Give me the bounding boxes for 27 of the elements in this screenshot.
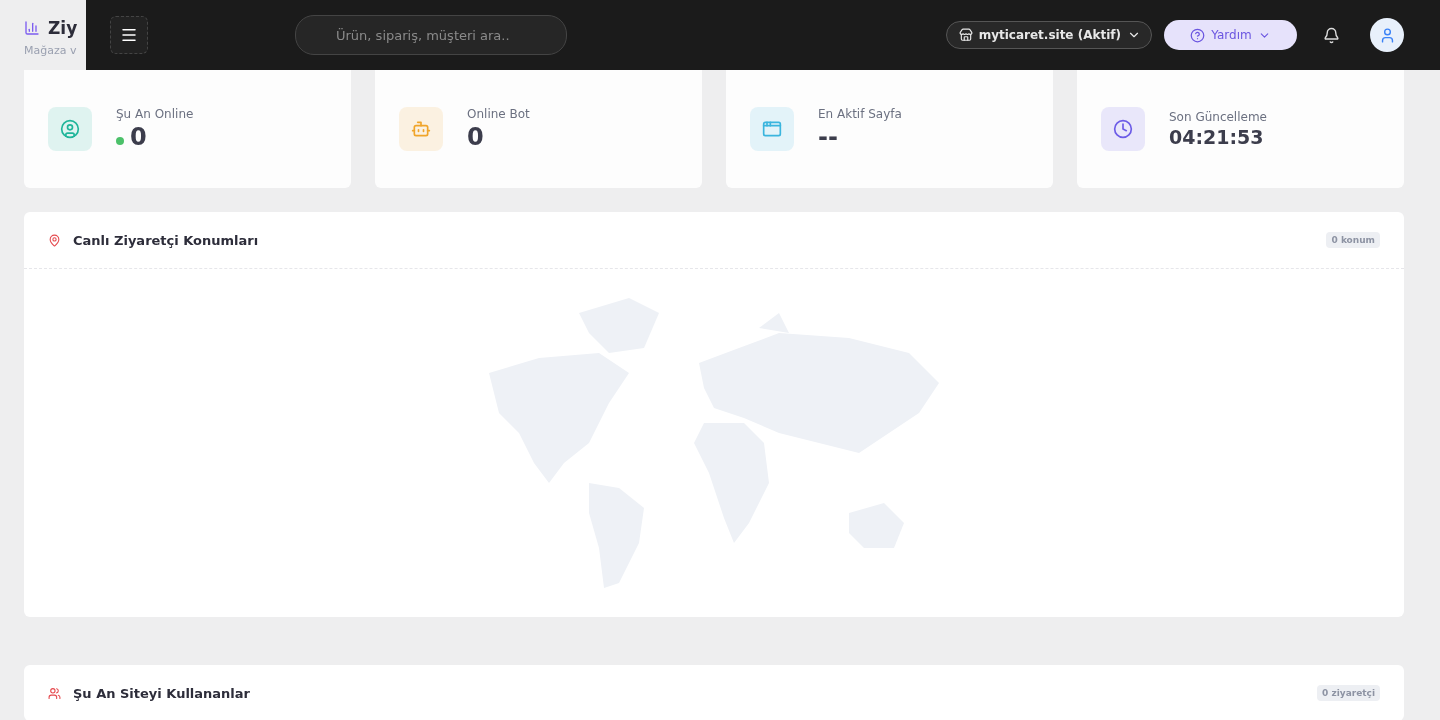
stat-value: 0 xyxy=(467,123,484,151)
help-button[interactable]: Yardım xyxy=(1164,20,1297,50)
count-badge: 0 konum xyxy=(1326,232,1380,248)
menu-icon xyxy=(120,26,138,44)
stat-value: -- xyxy=(818,123,838,151)
bell-icon[interactable] xyxy=(1323,26,1340,44)
store-selector[interactable]: myticaret.site (Aktif) xyxy=(945,21,1152,49)
menu-button[interactable] xyxy=(110,16,148,54)
user-avatar[interactable] xyxy=(1370,18,1404,52)
search-field[interactable]: Ürün, sipariş, müşteri ara.. xyxy=(295,15,567,55)
chart-icon xyxy=(24,19,40,36)
page-subtitle: Mağaza v xyxy=(24,43,78,57)
stat-label: Online Bot xyxy=(467,107,530,121)
stat-label: Şu An Online xyxy=(116,107,194,121)
panel-title: Şu An Siteyi Kullananlar xyxy=(73,685,250,701)
count-badge: 0 ziyaretçi xyxy=(1317,685,1380,701)
panel-title: Canlı Ziyaretçi Konumları xyxy=(73,232,259,248)
store-icon xyxy=(958,28,973,42)
users-icon xyxy=(48,686,61,700)
stat-label: En Aktif Sayfa xyxy=(818,107,902,121)
help-icon xyxy=(1190,27,1206,43)
page-title: Ziy xyxy=(48,17,78,38)
stat-value: 0 xyxy=(130,123,147,151)
online-dot xyxy=(116,137,124,145)
stat-value: 04:21:53 xyxy=(1169,126,1264,148)
stat-label: Son Güncelleme xyxy=(1169,110,1267,124)
pin-icon xyxy=(48,233,61,247)
